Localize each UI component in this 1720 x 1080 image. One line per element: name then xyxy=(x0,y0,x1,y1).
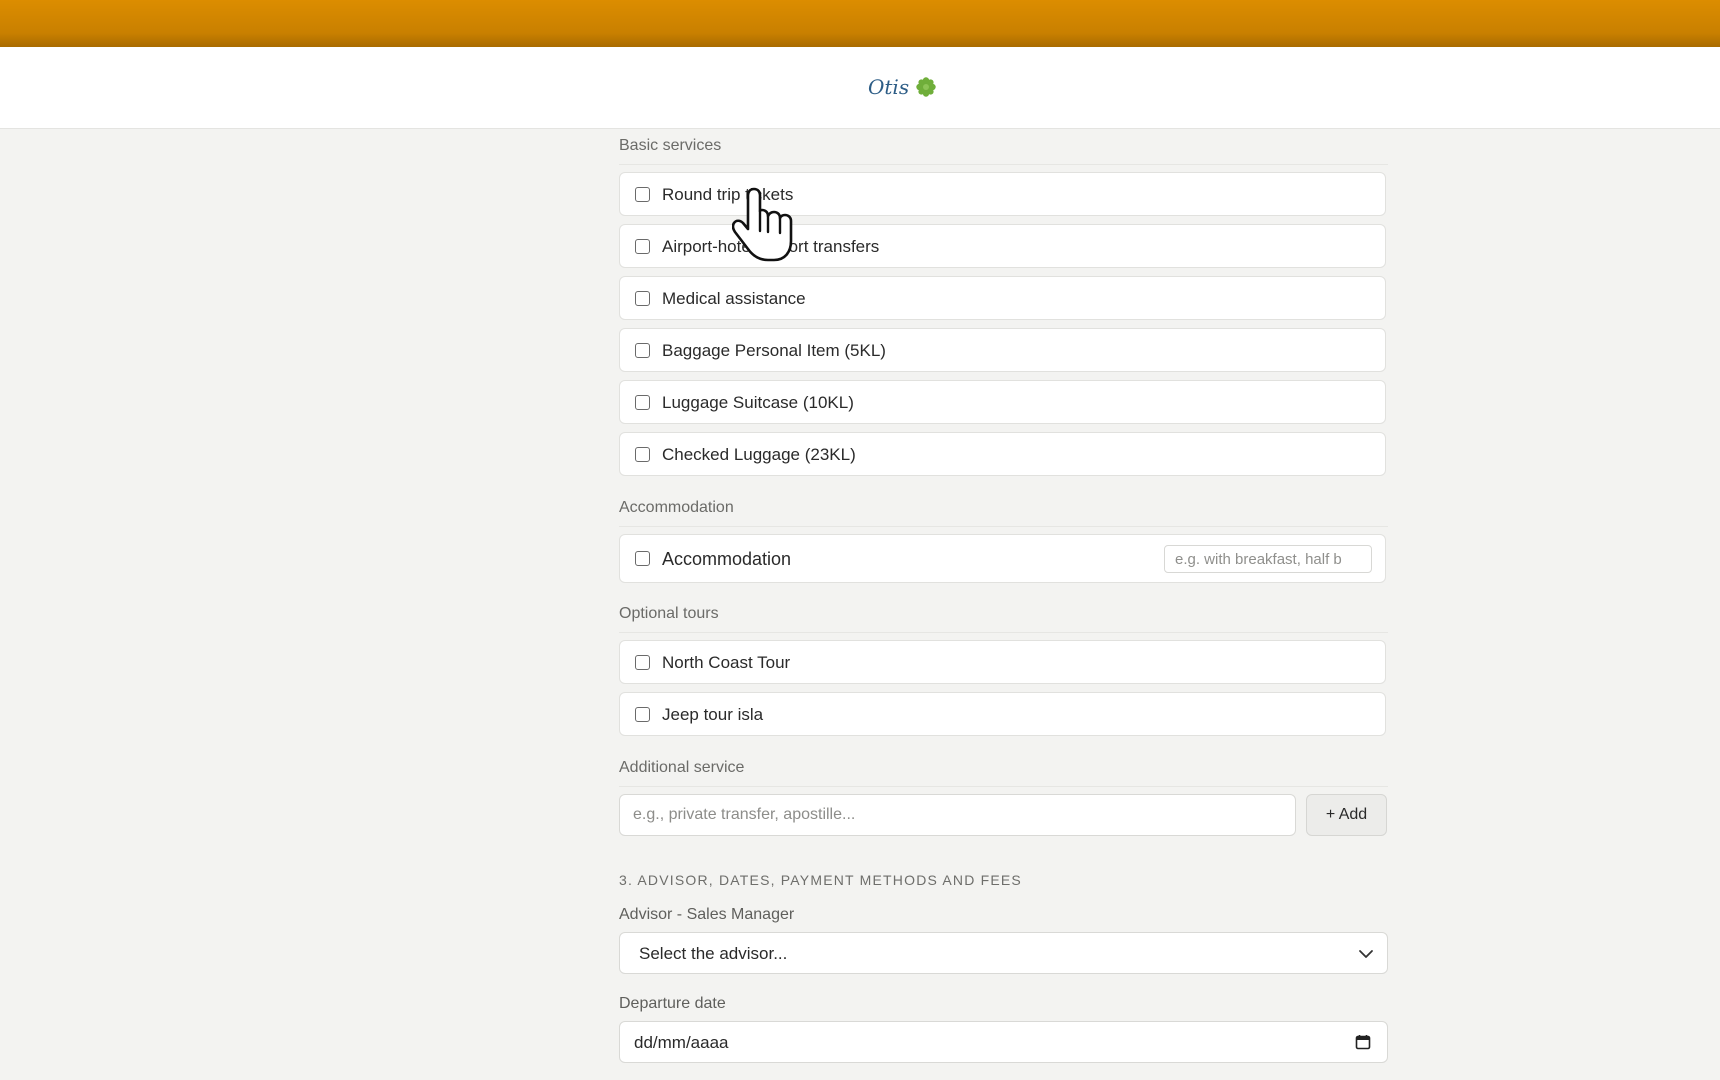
checkbox[interactable] xyxy=(635,239,650,254)
tour-row-north-coast[interactable]: North Coast Tour xyxy=(619,640,1386,684)
advisor-select-value: Select the advisor... xyxy=(639,944,788,963)
service-label: Checked Luggage (23KL) xyxy=(662,445,856,464)
checkbox[interactable] xyxy=(635,291,650,306)
departure-date-label: Departure date xyxy=(619,995,726,1012)
service-label: Baggage Personal Item (5KL) xyxy=(662,341,886,360)
tour-label: North Coast Tour xyxy=(662,653,791,672)
app-header: Otis xyxy=(0,47,1720,129)
service-row-medical-assistance[interactable]: Medical assistance xyxy=(619,276,1386,320)
departure-date-input[interactable]: dd/mm/aaaa xyxy=(619,1021,1388,1063)
checkbox[interactable] xyxy=(635,395,650,410)
section-title-basic-services: Basic services xyxy=(619,137,1388,165)
section-title-accommodation: Accommodation xyxy=(619,499,1388,527)
checkbox[interactable] xyxy=(635,655,650,670)
brand-logo[interactable]: Otis xyxy=(868,75,937,99)
service-label: Luggage Suitcase (10KL) xyxy=(662,393,854,412)
step-3-heading: 3. ADVISOR, DATES, PAYMENT METHODS AND F… xyxy=(619,872,1022,888)
service-row-checked-luggage[interactable]: Checked Luggage (23KL) xyxy=(619,432,1386,476)
checkbox[interactable] xyxy=(635,551,650,566)
top-accent-bar xyxy=(0,0,1720,47)
calendar-icon[interactable] xyxy=(1355,1034,1371,1050)
tour-row-jeep-tour[interactable]: Jeep tour isla xyxy=(619,692,1386,736)
service-row-baggage-personal-item[interactable]: Baggage Personal Item (5KL) xyxy=(619,328,1386,372)
hand-pointer-cursor-icon xyxy=(732,187,793,262)
section-title-optional-tours: Optional tours xyxy=(619,605,1388,633)
service-row-luggage-suitcase[interactable]: Luggage Suitcase (10KL) xyxy=(619,380,1386,424)
service-label: Medical assistance xyxy=(662,289,806,308)
add-service-button[interactable]: + Add xyxy=(1306,794,1387,836)
additional-service-input[interactable] xyxy=(619,794,1296,836)
accommodation-details-input[interactable] xyxy=(1164,545,1372,573)
brand-name: Otis xyxy=(868,75,910,99)
checkbox[interactable] xyxy=(635,343,650,358)
chevron-down-icon xyxy=(1359,950,1373,958)
advisor-select[interactable]: Select the advisor... xyxy=(619,932,1388,974)
accommodation-row[interactable]: Accommodation xyxy=(619,534,1386,583)
section-title-additional-service: Additional service xyxy=(619,759,1388,787)
checkbox[interactable] xyxy=(635,447,650,462)
advisor-label: Advisor - Sales Manager xyxy=(619,906,795,923)
checkbox[interactable] xyxy=(635,707,650,722)
tour-label: Jeep tour isla xyxy=(662,705,764,724)
checkbox[interactable] xyxy=(635,187,650,202)
departure-date-value: dd/mm/aaaa xyxy=(634,1033,729,1052)
green-leaf-icon xyxy=(916,77,936,97)
accommodation-label: Accommodation xyxy=(662,549,792,569)
